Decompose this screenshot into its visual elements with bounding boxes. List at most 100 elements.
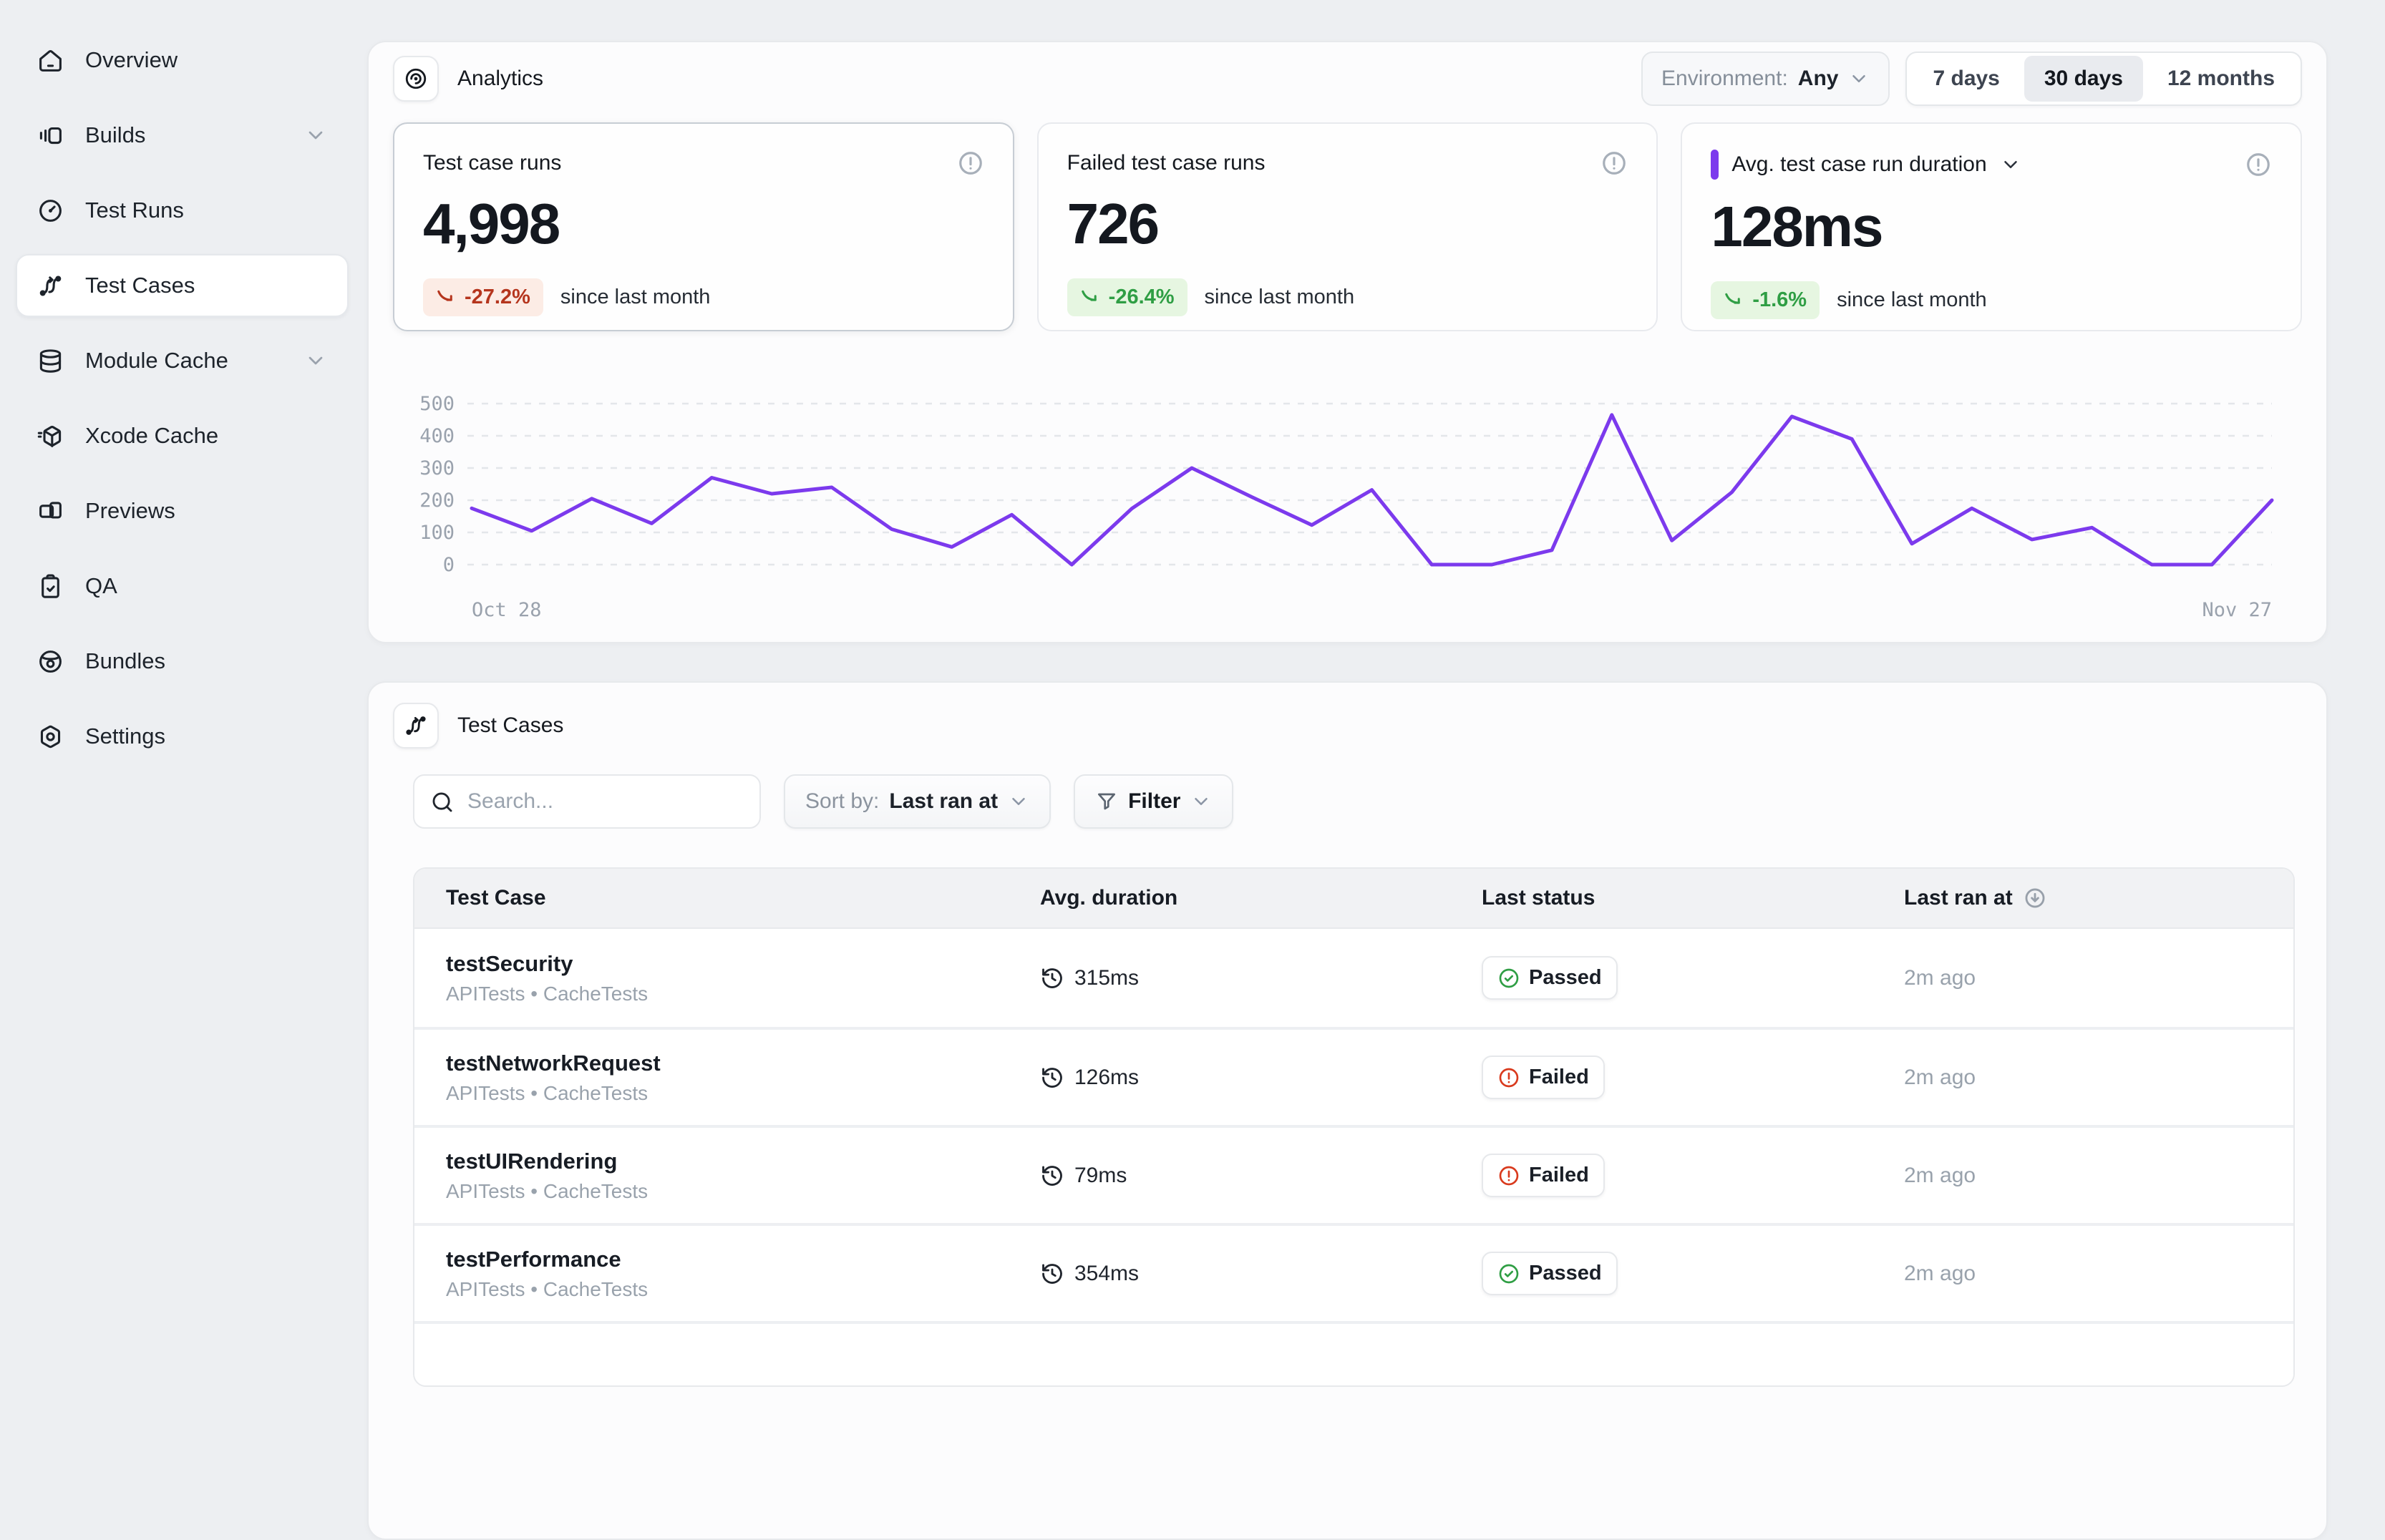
status-label: Passed (1529, 966, 1602, 990)
filter-label: Filter (1128, 789, 1180, 814)
test-cases-icon (404, 713, 428, 738)
avg-duration-value: 79ms (1074, 1164, 1127, 1188)
metric-selector[interactable]: Avg. test case run duration (1711, 150, 2021, 180)
sidebar-item-label: Previews (85, 498, 175, 524)
column-header-last-ran-at[interactable]: Last ran at (1904, 886, 2293, 910)
test-case-name: testNetworkRequest (446, 1051, 1040, 1076)
search-box (413, 774, 761, 829)
table-row[interactable]: testSecurityAPITests • CacheTests315msPa… (414, 929, 2293, 1027)
sidebar-item-bundles[interactable]: Bundles (16, 630, 349, 693)
avg-duration-cell: 126ms (1040, 1066, 1482, 1090)
sidebar-item-module-cache[interactable]: Module Cache (16, 329, 349, 392)
delta-badge: -27.2% (423, 278, 543, 316)
status-label: Passed (1529, 1262, 1602, 1285)
clipboard-check-icon (37, 573, 64, 600)
column-header-avg-duration: Avg. duration (1040, 886, 1482, 910)
test-case-suites: APITests • CacheTests (446, 1082, 1040, 1105)
trending-down-icon (1724, 290, 1745, 311)
stat-card-test-case-runs[interactable]: Test case runs 4,998 -27.2% since last m… (393, 122, 1014, 331)
info-icon (957, 150, 984, 177)
test-cases-chip (393, 703, 439, 749)
sort-descending-icon (2023, 886, 2047, 910)
sidebar-item-label: Settings (85, 723, 165, 749)
sidebar-item-label: Overview (85, 47, 178, 73)
date-range-segmented-control: 7 days 30 days 12 months (1905, 52, 2302, 106)
avg-duration-value: 126ms (1074, 1066, 1139, 1090)
sidebar-item-label: Bundles (85, 648, 165, 674)
alert-circle-icon (1497, 1164, 1520, 1187)
sidebar-item-label: Builds (85, 122, 145, 148)
check-circle-icon (1497, 967, 1520, 990)
avg-duration-cell: 79ms (1040, 1164, 1482, 1188)
analytics-spiral-icon (404, 67, 428, 91)
sidebar-item-previews[interactable]: Previews (16, 479, 349, 542)
environment-dropdown[interactable]: Environment: Any (1641, 52, 1890, 106)
table-body: testSecurityAPITests • CacheTests315msPa… (414, 929, 2293, 1385)
test-cases-table: Test Case Avg. duration Last status Last… (413, 867, 2295, 1387)
sort-by-label: Sort by: (805, 789, 879, 814)
delta-badge: -26.4% (1067, 278, 1187, 316)
sidebar-item-overview[interactable]: Overview (16, 29, 349, 92)
sidebar: Overview Builds Test Runs Test Cases Mod… (0, 0, 367, 1320)
delta-caption: since last month (1205, 286, 1355, 309)
status-label: Failed (1529, 1164, 1589, 1187)
range-button-7-days[interactable]: 7 days (1913, 56, 2019, 102)
sidebar-item-qa[interactable]: QA (16, 555, 349, 618)
trending-down-icon (436, 287, 457, 308)
delta-value: -1.6% (1752, 288, 1807, 312)
range-button-30-days[interactable]: 30 days (2024, 56, 2143, 102)
gauge-icon (37, 198, 64, 224)
settings-icon (37, 723, 64, 750)
sidebar-item-label: Module Cache (85, 348, 228, 374)
environment-value: Any (1798, 67, 1839, 91)
stat-card-title: Avg. test case run duration (1731, 152, 1986, 177)
sidebar-item-label: Test Cases (85, 273, 195, 298)
sort-by-dropdown[interactable]: Sort by: Last ran at (784, 774, 1051, 829)
sidebar-item-test-runs[interactable]: Test Runs (16, 179, 349, 242)
range-button-12-months[interactable]: 12 months (2147, 56, 2295, 102)
sidebar-item-builds[interactable]: Builds (16, 104, 349, 167)
svg-text:200: 200 (419, 489, 455, 512)
last-ran-cell: 2m ago (1904, 966, 2293, 990)
alert-circle-icon (1497, 1066, 1520, 1089)
status-label: Failed (1529, 1066, 1589, 1089)
test-case-name: testUIRendering (446, 1149, 1040, 1174)
analytics-panel: Analytics Environment: Any 7 days 30 day… (367, 41, 2328, 643)
analytics-title: Analytics (457, 67, 543, 91)
stat-card-title: Failed test case runs (1067, 151, 1266, 175)
search-input[interactable] (414, 776, 759, 827)
stat-card-avg-duration[interactable]: Avg. test case run duration 128ms -1.6% … (1681, 122, 2302, 331)
stat-card-title: Test case runs (423, 151, 561, 175)
svg-text:300: 300 (419, 457, 455, 479)
history-clock-icon (1040, 1066, 1064, 1090)
overlapping-windows-icon (37, 498, 64, 525)
sidebar-item-xcode-cache[interactable]: Xcode Cache (16, 404, 349, 467)
stat-card-value: 128ms (1711, 194, 2272, 260)
stat-card-failed-test-case-runs[interactable]: Failed test case runs 726 -26.4% since l… (1037, 122, 1658, 331)
sidebar-item-settings[interactable]: Settings (16, 705, 349, 768)
avg-duration-value: 315ms (1074, 966, 1139, 990)
table-row-partial[interactable] (414, 1321, 2293, 1385)
svg-text:0: 0 (443, 554, 455, 576)
column-header-last-status: Last status (1482, 886, 1904, 910)
package-speed-icon (37, 423, 64, 449)
table-row[interactable]: testPerformanceAPITests • CacheTests354m… (414, 1223, 2293, 1321)
stat-card-value: 726 (1067, 191, 1628, 257)
sidebar-item-test-cases[interactable]: Test Cases (16, 254, 349, 317)
table-row[interactable]: testNetworkRequest APITests • CacheTests 1… (414, 1027, 2293, 1125)
stat-card-value: 4,998 (423, 191, 984, 257)
history-clock-icon (1040, 966, 1064, 990)
test-cases-toolbar: Sort by: Last ran at Filter (413, 774, 2295, 829)
sidebar-item-label: QA (85, 573, 117, 599)
chevron-down-icon (304, 349, 327, 372)
table-row[interactable]: testUIRenderingAPITests • CacheTests79ms… (414, 1125, 2293, 1223)
bundle-sphere-icon (37, 648, 64, 675)
chevron-down-icon (1008, 791, 1029, 812)
svg-text:Oct 28: Oct 28 (472, 599, 542, 621)
search-icon (430, 790, 455, 814)
history-clock-icon (1040, 1262, 1064, 1286)
chevron-down-icon (2000, 154, 2021, 175)
filter-button[interactable]: Filter (1074, 774, 1233, 829)
analytics-line-chart: 0100200300400500Oct 28Nov 27 (393, 350, 2328, 643)
accent-bar (1711, 150, 1719, 180)
